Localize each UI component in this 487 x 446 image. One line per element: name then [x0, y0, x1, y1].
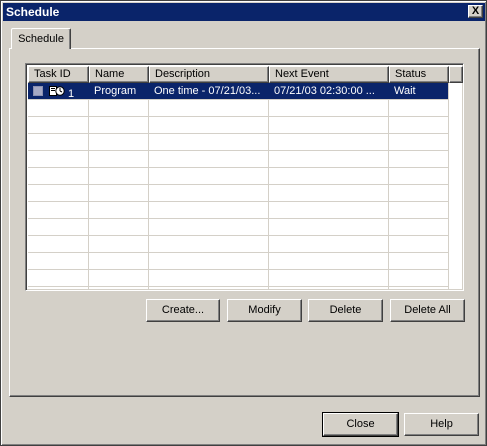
cell-name: Program [94, 85, 137, 97]
table-row [28, 168, 448, 185]
close-icon: X [471, 5, 480, 17]
window-title: Schedule [6, 5, 60, 19]
cell-description: One time - 07/21/03... [154, 85, 261, 97]
table-row [28, 219, 448, 236]
task-status-square-icon [33, 86, 43, 96]
list-rows: 1 Program One time - 07/21/03... 07/21/0… [28, 83, 463, 290]
title-bar: Schedule X [3, 3, 485, 21]
delete-all-button[interactable]: Delete All [390, 299, 465, 322]
column-header-next-event[interactable]: Next Event [269, 66, 389, 83]
close-window-button[interactable]: X [468, 5, 483, 18]
scheduled-task-icon [49, 86, 65, 96]
modify-button[interactable]: Modify [227, 299, 302, 322]
cell-task-id: 1 [28, 83, 89, 99]
table-row [28, 236, 448, 253]
tab-label: Schedule [18, 33, 64, 45]
table-row [28, 134, 448, 151]
column-header-description[interactable]: Description [149, 66, 269, 83]
schedule-dialog: Schedule X Schedule Task ID Name Descrip… [0, 0, 487, 446]
table-row [28, 117, 448, 134]
column-header-status[interactable]: Status [389, 66, 449, 83]
help-button[interactable]: Help [404, 413, 479, 436]
tab-schedule[interactable]: Schedule [11, 28, 71, 49]
table-row [28, 151, 448, 168]
table-row-selected[interactable]: 1 Program One time - 07/21/03... 07/21/0… [28, 83, 448, 100]
column-header-task-id[interactable]: Task ID [28, 66, 89, 83]
table-row [28, 270, 448, 287]
create-button[interactable]: Create... [146, 299, 220, 322]
list-header: Task ID Name Description Next Event Stat… [28, 66, 463, 83]
column-header-name[interactable]: Name [89, 66, 149, 83]
cell-status: Wait [394, 85, 416, 97]
column-header-filler [449, 66, 463, 83]
table-row [28, 100, 448, 117]
delete-button[interactable]: Delete [308, 299, 383, 322]
task-list[interactable]: Task ID Name Description Next Event Stat… [25, 63, 464, 291]
table-row [28, 185, 448, 202]
table-row [28, 253, 448, 270]
cell-next-event: 07/21/03 02:30:00 ... [274, 85, 375, 97]
task-id-value: 1 [68, 88, 75, 99]
table-row [28, 202, 448, 219]
close-button[interactable]: Close [322, 412, 399, 437]
